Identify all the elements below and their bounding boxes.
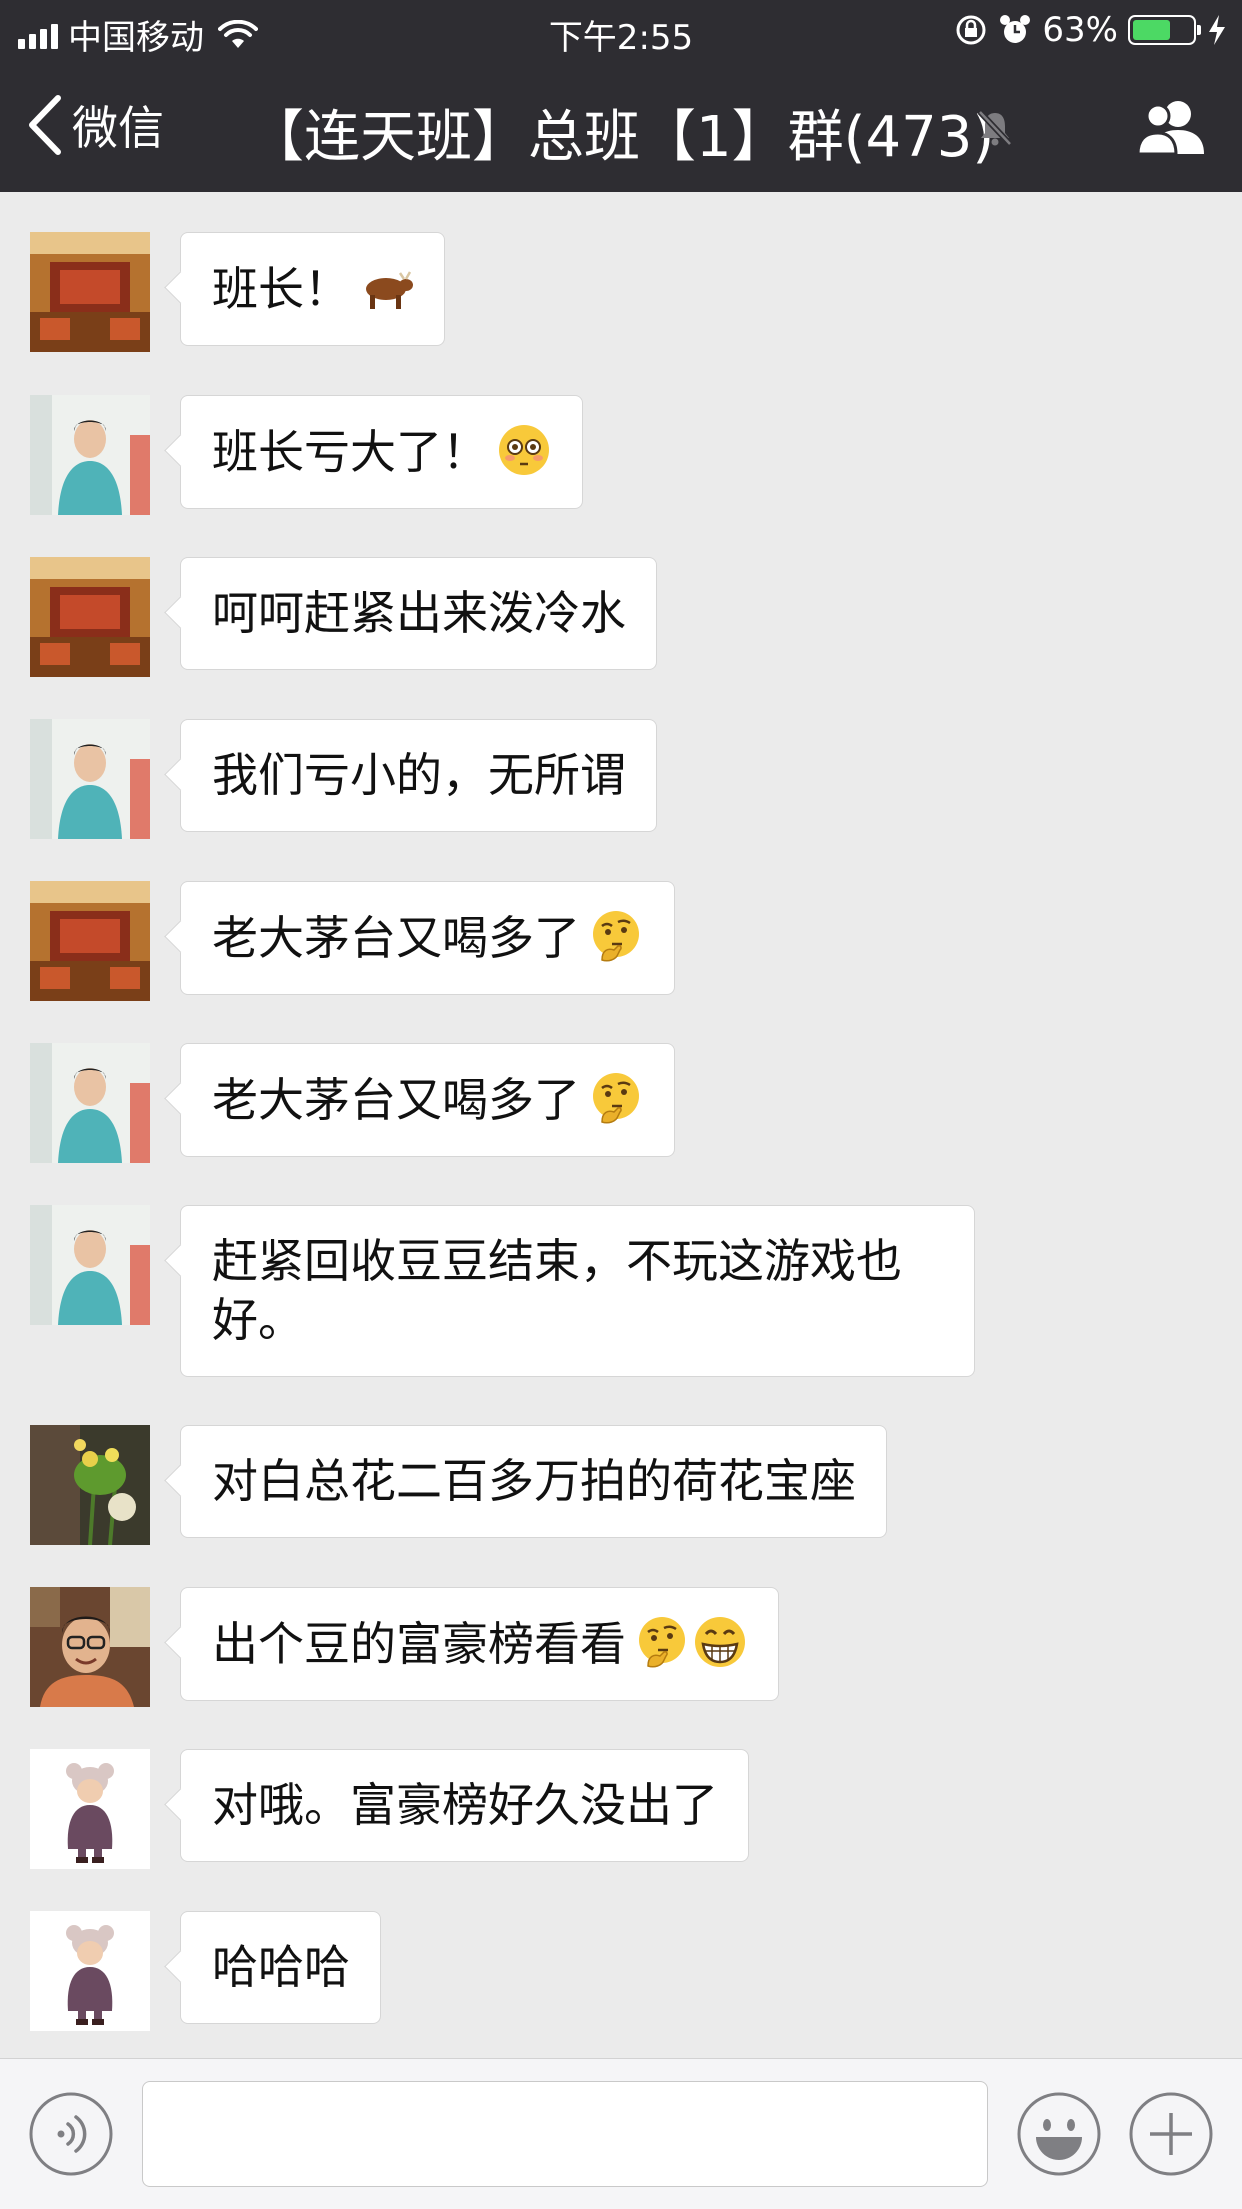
woman-avatar[interactable] — [30, 1205, 150, 1325]
woman-avatar[interactable] — [30, 1043, 150, 1163]
status-right: 63% — [954, 10, 1228, 50]
woman-avatar[interactable] — [30, 395, 150, 515]
message-text: 哈哈哈 — [212, 1940, 350, 1994]
message-text: 班长亏大了！ — [212, 425, 488, 479]
message-text: 对白总花二百多万拍的荷花宝座 — [212, 1454, 856, 1508]
message-text-line: 赶紧回收豆豆结束，不玩这游戏也 — [212, 1234, 902, 1288]
message-bubble[interactable]: 我们亏小的，无所谓 — [180, 719, 657, 832]
woman-avatar[interactable] — [30, 719, 150, 839]
message-text: 对哦。富豪榜好久没出了 — [212, 1778, 718, 1832]
message-input[interactable] — [142, 2081, 988, 2187]
room-avatar[interactable] — [30, 881, 150, 1001]
message-bubble[interactable]: 老大茅台又喝多了 — [180, 1043, 675, 1157]
chevron-left-icon — [29, 95, 61, 155]
group-members-icon[interactable] — [1136, 96, 1208, 158]
message-list[interactable]: 班长！ 班长亏大了！ 呵呵赶紧出来泼冷水 我们亏小的，无所谓 老大茅台又喝多了 — [0, 192, 1242, 2058]
message-bubble[interactable]: 赶紧回收豆豆结束，不玩这游戏也 好。 — [180, 1205, 975, 1377]
message-bubble[interactable]: 班长亏大了！ — [180, 395, 583, 509]
thinking-face-emoji — [588, 908, 644, 964]
status-bar: 中国移动 下午2:55 63% — [0, 0, 1242, 64]
thinking-face-emoji — [634, 1614, 690, 1670]
room-avatar[interactable] — [30, 557, 150, 677]
rotation-lock-icon — [956, 15, 986, 45]
back-label: 微信 — [72, 101, 164, 155]
input-bar — [0, 2058, 1242, 2209]
battery-icon — [1128, 15, 1201, 45]
message-bubble[interactable]: 班长！ — [180, 232, 445, 346]
flower-avatar[interactable] — [30, 1425, 150, 1545]
nav-bar: 微信 【连天班】总班【1】群(473) — [0, 64, 1242, 192]
thinking-face-emoji — [588, 1070, 644, 1126]
child-avatar[interactable] — [30, 1911, 150, 2031]
message-text: 呵呵赶紧出来泼冷水 — [212, 586, 626, 640]
mute-bell-icon — [977, 109, 1013, 147]
back-button[interactable]: 微信 — [26, 90, 164, 160]
message-bubble[interactable]: 老大茅台又喝多了 — [180, 881, 675, 995]
battery-percent: 63% — [1042, 10, 1118, 50]
message-text: 班长！ — [212, 262, 350, 316]
message-bubble[interactable]: 对白总花二百多万拍的荷花宝座 — [180, 1425, 887, 1538]
chat-title: 【连天班】总班【1】群(473) — [248, 105, 995, 170]
plus-icon[interactable] — [1128, 2091, 1214, 2177]
charging-bolt-icon — [1209, 15, 1225, 45]
man-avatar[interactable] — [30, 1587, 150, 1707]
grinning-face-emoji — [692, 1614, 748, 1670]
voice-icon[interactable] — [28, 2091, 114, 2177]
room-avatar[interactable] — [30, 232, 150, 352]
message-bubble[interactable]: 呵呵赶紧出来泼冷水 — [180, 557, 657, 670]
message-text: 老大茅台又喝多了 — [212, 1073, 580, 1127]
message-bubble[interactable]: 出个豆的富豪榜看看 — [180, 1587, 779, 1701]
message-text: 出个豆的富豪榜看看 — [212, 1617, 626, 1671]
emoji-icon[interactable] — [1016, 2091, 1102, 2177]
ox-emoji — [358, 259, 414, 315]
message-text: 我们亏小的，无所谓 — [212, 748, 626, 802]
flushed-face-emoji — [496, 422, 552, 478]
message-text-line: 好。 — [212, 1293, 304, 1347]
alarm-icon — [1000, 15, 1031, 43]
message-bubble[interactable]: 哈哈哈 — [180, 1911, 381, 2024]
message-bubble[interactable]: 对哦。富豪榜好久没出了 — [180, 1749, 749, 1862]
child-avatar[interactable] — [30, 1749, 150, 1869]
message-text: 老大茅台又喝多了 — [212, 911, 580, 965]
